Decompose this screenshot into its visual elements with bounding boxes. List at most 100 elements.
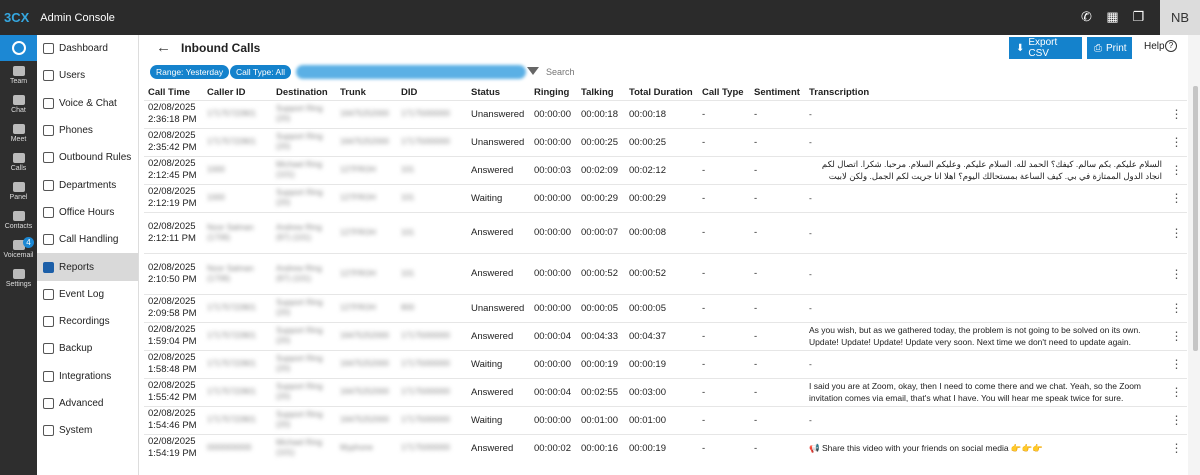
ringing-cell: 00:00:00 [530,183,577,212]
home-button[interactable] [0,35,37,61]
panel-icon [12,182,25,192]
ringing-cell: 00:00:04 [530,377,577,406]
sidebar-item-dashboard[interactable]: Dashboard [37,35,138,62]
destination: Andrew Ring (97) (101) [276,263,322,283]
redacted-filter-chip[interactable] [296,65,526,79]
print-button[interactable]: ⎙ Print [1087,37,1132,59]
ringing: 00:00:00 [534,108,571,120]
row-menu-icon[interactable]: ⋮ [1162,183,1187,212]
column-header[interactable]: Trunk [336,86,397,100]
row-menu-icon[interactable]: ⋮ [1162,433,1187,462]
table-row[interactable]: 02/08/2025 2:36:18 PM 17175722801 Support R… [144,99,1187,128]
column-header[interactable]: Call Time [144,86,203,100]
sidebar-item-system[interactable]: System [37,417,138,444]
table-row[interactable]: 02/08/2025 2:09:58 PM 17175722801 Support R… [144,293,1187,322]
phone-icon[interactable]: ✆ [1080,10,1093,24]
app-rail: Team Chat Meet Calls Panel Contacts Voicemail 4… [0,35,37,475]
call-type-filter-chip[interactable]: Call Type: All [230,65,291,79]
export-csv-button[interactable]: ⬇ Export CSV [1009,37,1082,59]
column-header[interactable]: Destination [272,86,336,100]
table-row[interactable]: 02/08/2025 1:54:19 PM 0000000000 Michael Ri… [144,433,1187,462]
table-row[interactable]: 02/08/2025 2:35:42 PM 17175722801 Support R… [144,127,1187,156]
table-row[interactable]: 02/08/2025 1:58:48 PM 17175722801 Support R… [144,349,1187,378]
talking-cell: 00:02:55 [577,377,625,406]
status: Answered [471,330,514,342]
column-header[interactable]: Talking [577,86,625,100]
caller-id-cell: 17175722801 [203,127,272,156]
sidebar-item-voice-chat[interactable]: Voice & Chat [37,90,138,117]
destination-cell: Support Ring (20) [272,405,336,434]
column-header[interactable]: DID [397,86,467,100]
sidebar-item-reports[interactable]: Reports [37,253,138,281]
help-link[interactable]: Help [1144,41,1165,52]
search-input[interactable] [546,65,746,79]
sentiment: - [754,164,758,176]
avatar[interactable]: NB [1160,0,1200,35]
column-header[interactable]: Transcription [805,86,1162,100]
row-menu-icon[interactable]: ⋮ [1162,321,1187,350]
rail-item-meet[interactable]: Meet [0,119,37,148]
download-icon: ⬇ [1016,42,1025,54]
row-menu-icon[interactable]: ⋮ [1162,405,1187,434]
column-header[interactable]: Ringing [530,86,577,100]
sentiment: - [754,386,758,398]
table-row[interactable]: 02/08/2025 1:59:04 PM 17175722801 Support R… [144,321,1187,350]
rail-item-settings[interactable]: Settings [0,264,37,293]
range-filter-chip[interactable]: Range: Yesterday [150,65,230,79]
rail-item-contacts[interactable]: Contacts [0,206,37,235]
status: Answered [471,164,514,176]
sidebar-item-recordings[interactable]: Recordings [37,308,138,335]
column-header[interactable]: Total Duration [625,86,698,100]
row-menu-icon[interactable]: ⋮ [1162,349,1187,378]
rail-item-calls[interactable]: Calls [0,148,37,177]
talking-cell: 00:00:07 [577,211,625,253]
transcription-cell: - [805,99,1162,128]
row-menu-icon[interactable]: ⋮ [1162,127,1187,156]
rail-item-team[interactable]: Team [0,61,37,90]
ringing: 00:00:00 [534,358,571,370]
ringing: 00:00:00 [534,227,571,238]
rail-item-voicemail[interactable]: Voicemail 4 [0,235,37,264]
table-row[interactable]: 02/08/2025 2:12:45 PM 1000 Michael Ring (10… [144,155,1187,184]
call-time-cell: 02/08/2025 1:59:04 PM [144,321,203,350]
total-duration: 00:00:29 [629,192,666,204]
table-row[interactable]: 02/08/2025 1:55:42 PM 17175722801 Support R… [144,377,1187,406]
back-arrow-icon[interactable]: ← [156,39,171,56]
row-menu-icon[interactable]: ⋮ [1162,99,1187,128]
sidebar-item-phones[interactable]: Phones [37,117,138,144]
sidebar-item-office-hours[interactable]: Office Hours [37,199,138,226]
row-menu-icon[interactable]: ⋮ [1162,293,1187,322]
table-row[interactable]: 02/08/2025 2:12:11 PM Noor Salman (1706) An… [144,211,1187,253]
rail-item-panel[interactable]: Panel [0,177,37,206]
row-menu-icon[interactable]: ⋮ [1162,211,1187,253]
column-header[interactable]: Status [467,86,530,100]
table-row[interactable]: 02/08/2025 2:12:19 PM 1000 Support Ring (20… [144,183,1187,212]
sidebar-item-users[interactable]: Users [37,62,138,89]
row-menu-icon[interactable]: ⋮ [1162,252,1187,294]
row-menu-icon[interactable]: ⋮ [1162,155,1187,184]
sentiment-cell: - [750,252,805,294]
help-icon[interactable]: ? [1165,40,1177,52]
rail-item-chat[interactable]: Chat [0,90,37,119]
talking-cell: 00:00:16 [577,433,625,462]
column-header[interactable]: Call Type [698,86,750,100]
table-row[interactable]: 02/08/2025 2:10:50 PM Noor Salman (1706) An… [144,252,1187,294]
column-header[interactable]: Sentiment [750,86,805,100]
sidebar-item-outbound-rules[interactable]: Outbound Rules [37,144,138,171]
app-logo[interactable]: 3CX [4,10,30,25]
sidebar-item-integrations[interactable]: Integrations [37,363,138,390]
sidebar-item-call-handling[interactable]: Call Handling [37,226,138,253]
sidebar-item-departments[interactable]: Departments [37,171,138,198]
row-menu-icon[interactable]: ⋮ [1162,377,1187,406]
sidebar-item-backup[interactable]: Backup [37,335,138,362]
filter-icon[interactable] [527,67,539,75]
book-icon[interactable]: ❐ [1132,10,1145,24]
qr-icon[interactable]: ▦ [1106,10,1119,24]
sidebar-item-advanced[interactable]: Advanced [37,390,138,417]
column-header[interactable]: Caller ID [203,86,272,100]
scrollbar-thumb[interactable] [1193,86,1198,351]
table-row[interactable]: 02/08/2025 1:54:46 PM 17175722801 Support R… [144,405,1187,434]
sidebar-item-event-log[interactable]: Event Log [37,281,138,308]
ringing-cell: 00:00:00 [530,99,577,128]
call-date: 02/08/2025 [148,436,196,448]
